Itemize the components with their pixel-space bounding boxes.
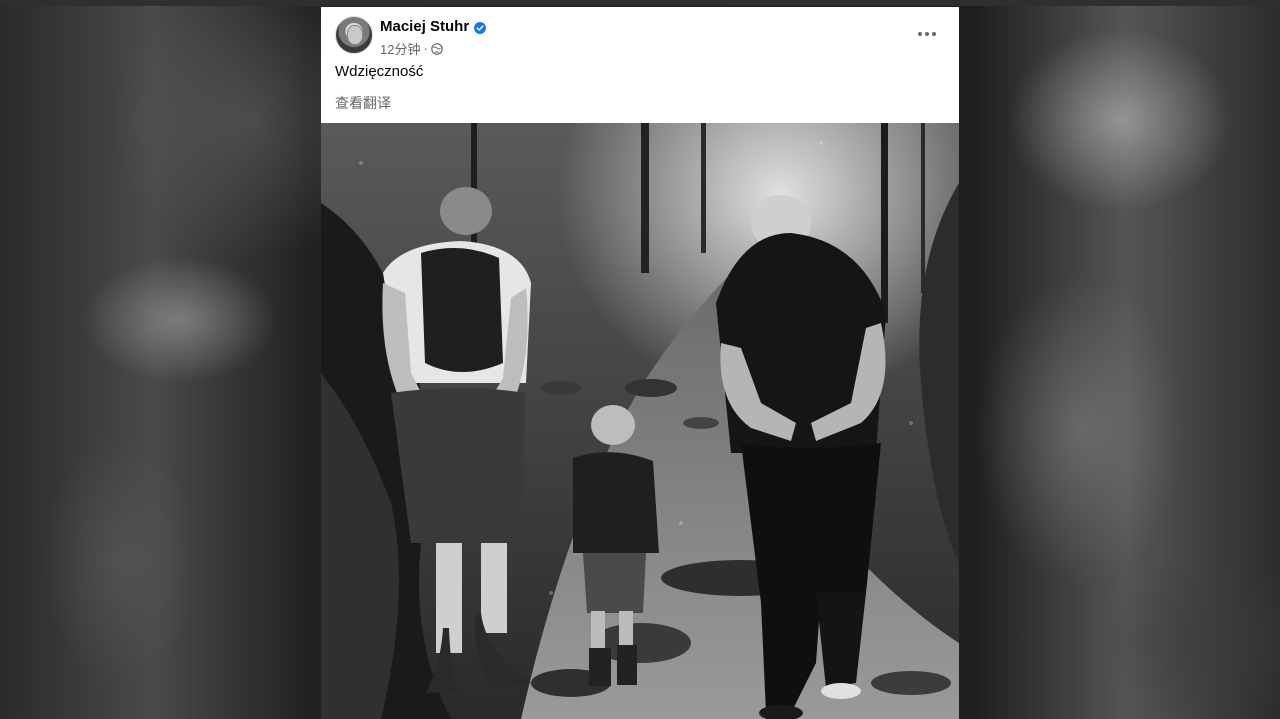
post-header: Maciej Stuhr 12分钟 · Wdzięczność 查看翻译 xyxy=(321,7,959,123)
more-options-dot xyxy=(925,32,929,36)
see-translation-link[interactable]: 查看翻译 xyxy=(335,93,391,113)
post-meta: 12分钟 · xyxy=(380,39,443,58)
screen: Maciej Stuhr 12分钟 · Wdzięczność 查看翻译 xyxy=(0,0,1280,719)
verified-badge-icon xyxy=(474,21,487,34)
top-bar xyxy=(0,0,1280,6)
post-photo[interactable] xyxy=(321,123,959,719)
more-options-dot xyxy=(932,32,936,36)
post-time[interactable]: 12分钟 xyxy=(380,39,420,58)
author-row: Maciej Stuhr xyxy=(380,18,487,35)
author-name[interactable]: Maciej Stuhr xyxy=(380,18,469,35)
meta-separator: · xyxy=(423,41,428,56)
more-options-icon xyxy=(918,32,922,36)
avatar-face xyxy=(347,25,363,45)
avatar[interactable] xyxy=(335,16,373,54)
post-card: Maciej Stuhr 12分钟 · Wdzięczność 查看翻译 xyxy=(321,7,959,719)
forest-path-photo xyxy=(321,123,959,719)
globe-icon[interactable] xyxy=(431,42,443,55)
post-text: Wdzięczność xyxy=(335,63,424,80)
more-options-button[interactable] xyxy=(913,22,941,46)
